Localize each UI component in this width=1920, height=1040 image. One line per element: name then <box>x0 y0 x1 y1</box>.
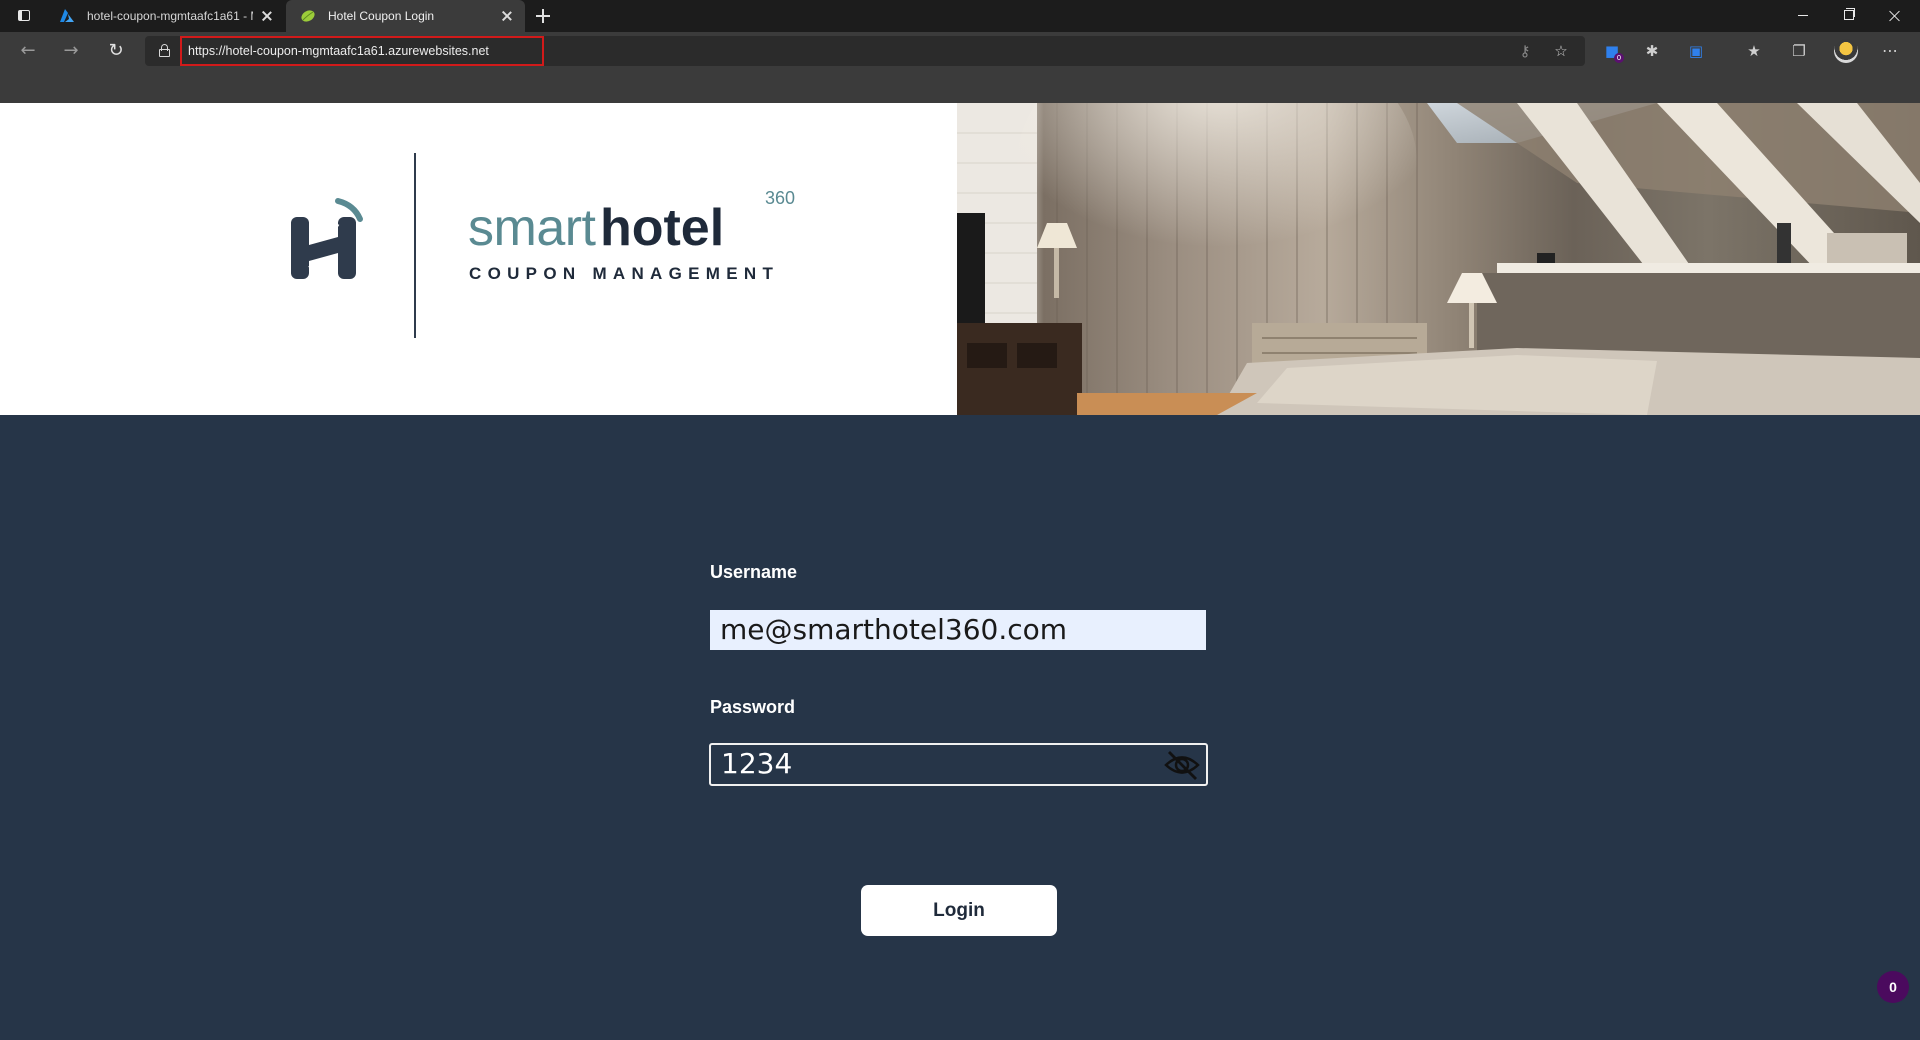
url-text[interactable]: https://hotel-coupon-mgmtaafc1a61.azurew… <box>188 44 489 58</box>
brand-superscript: 360 <box>765 188 796 208</box>
tab-title: hotel-coupon-mgmtaafc1a61 - M <box>87 9 253 23</box>
add-favorite-icon[interactable]: ☆ <box>1551 41 1571 61</box>
hotel-room-photo <box>957 103 1920 415</box>
brand-word-smart: smart <box>468 199 596 257</box>
smarthotel-logo-icon <box>291 198 363 279</box>
username-label: Username <box>710 562 798 582</box>
brand-tagline: COUPON MANAGEMENT <box>469 264 780 283</box>
password-input[interactable]: 1234 <box>709 743 1208 786</box>
profile-avatar[interactable] <box>1834 39 1858 63</box>
tab-title: Hotel Coupon Login <box>328 9 435 23</box>
tab-close-icon[interactable] <box>259 8 275 24</box>
logo-divider <box>414 153 416 338</box>
spring-leaf-icon <box>301 10 315 22</box>
refresh-button[interactable]: ↻ <box>103 39 129 65</box>
forward-button[interactable]: → <box>58 39 84 65</box>
login-button[interactable]: Login <box>861 885 1057 936</box>
tab-actions-icon[interactable] <box>12 7 36 25</box>
new-tab-button[interactable] <box>533 6 553 26</box>
brand-word-hotel: hotel <box>599 199 725 257</box>
password-label: Password <box>710 697 796 717</box>
lock-icon[interactable] <box>159 44 170 57</box>
tab-hotel-coupon-login[interactable]: Hotel Coupon Login <box>286 0 525 32</box>
eye-slash-icon[interactable] <box>1163 748 1201 782</box>
key-icon[interactable]: ⚷ <box>1515 41 1535 61</box>
more-options-icon[interactable]: ⋯ <box>1882 41 1899 61</box>
username-input[interactable]: me@smarthotel360.com <box>710 610 1206 650</box>
login-section: Username me@smarthotel360.com Password 1… <box>0 415 1920 1040</box>
page-top-strip <box>0 70 1920 103</box>
collections-icon[interactable]: ❐ <box>1789 41 1809 61</box>
favorites-icon[interactable]: ★ <box>1744 41 1764 61</box>
crop-icon[interactable]: ▣ <box>1686 41 1706 61</box>
back-button[interactable]: ← <box>15 39 41 65</box>
close-window-button[interactable] <box>1872 0 1918 32</box>
restore-button[interactable] <box>1826 0 1872 32</box>
tab-azure-portal[interactable]: hotel-coupon-mgmtaafc1a61 - M <box>45 0 285 32</box>
browser-tab-bar: hotel-coupon-mgmtaafc1a61 - M Hotel Coup… <box>0 0 1920 32</box>
address-bar[interactable]: https://hotel-coupon-mgmtaafc1a61.azurew… <box>145 36 1585 66</box>
hero-banner: smart hotel 360 COUPON MANAGEMENT <box>0 103 1920 415</box>
tab-close-icon[interactable] <box>499 8 515 24</box>
minimize-button[interactable] <box>1780 0 1826 32</box>
browser-toolbar: ← → ↻ https://hotel-coupon-mgmtaafc1a61.… <box>0 32 1920 70</box>
azure-icon <box>60 9 74 22</box>
brand-name: smart hotel <box>468 198 724 258</box>
extension-icon[interactable]: ■ 0 <box>1602 41 1624 63</box>
notification-badge[interactable]: 0 <box>1877 971 1909 1003</box>
extension-badge: 0 <box>1614 53 1624 63</box>
puzzle-icon[interactable]: ✱ <box>1642 41 1662 61</box>
room-illustration <box>957 103 1920 415</box>
